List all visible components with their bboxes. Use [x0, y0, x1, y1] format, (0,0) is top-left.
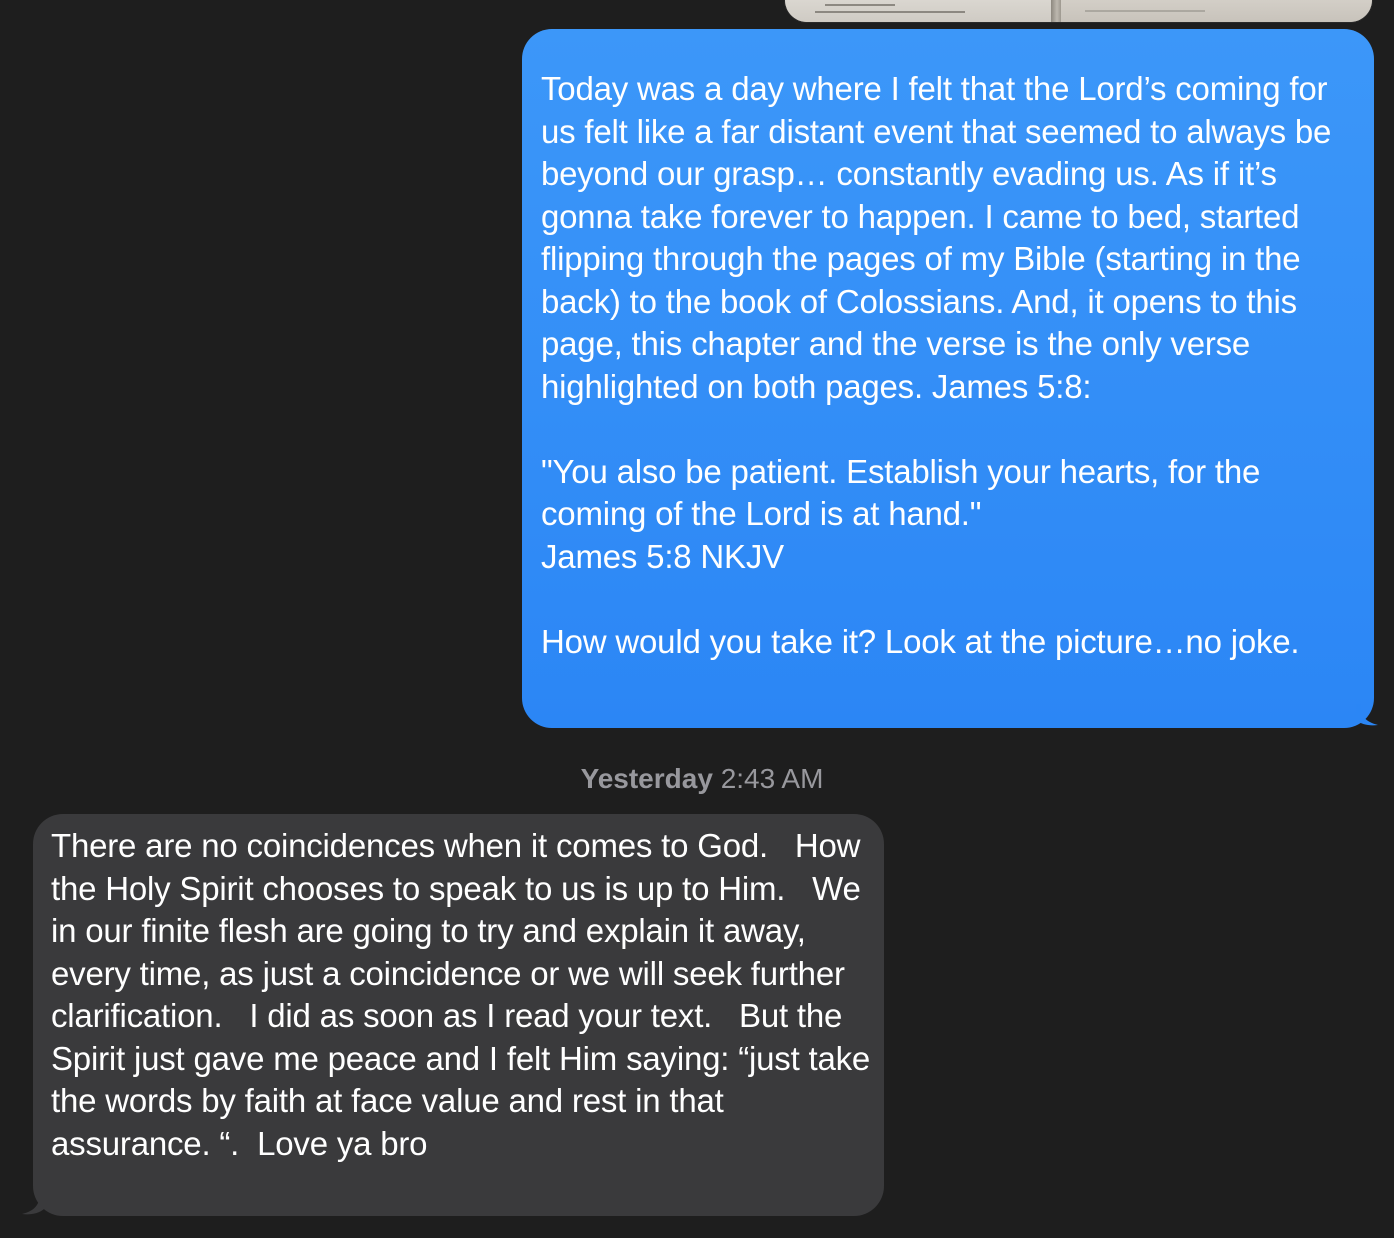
timestamp-time: 2:43 AM — [720, 763, 824, 794]
message-timestamp: Yesterday 2:43 AM — [0, 762, 1394, 796]
print-line — [815, 11, 965, 13]
print-line — [1085, 10, 1205, 12]
print-line — [825, 4, 895, 6]
sent-message-bubble[interactable]: Today was a day where I felt that the Lo… — [522, 29, 1374, 728]
image-attachment[interactable] — [785, 0, 1372, 22]
message-thread[interactable]: Today was a day where I felt that the Lo… — [0, 0, 1394, 1238]
received-bubble-tail — [22, 1193, 44, 1215]
received-message-bubble[interactable]: There are no coincidences when it comes … — [33, 814, 884, 1216]
sent-bubble-tail — [1356, 704, 1378, 726]
timestamp-day: Yesterday — [580, 763, 713, 794]
